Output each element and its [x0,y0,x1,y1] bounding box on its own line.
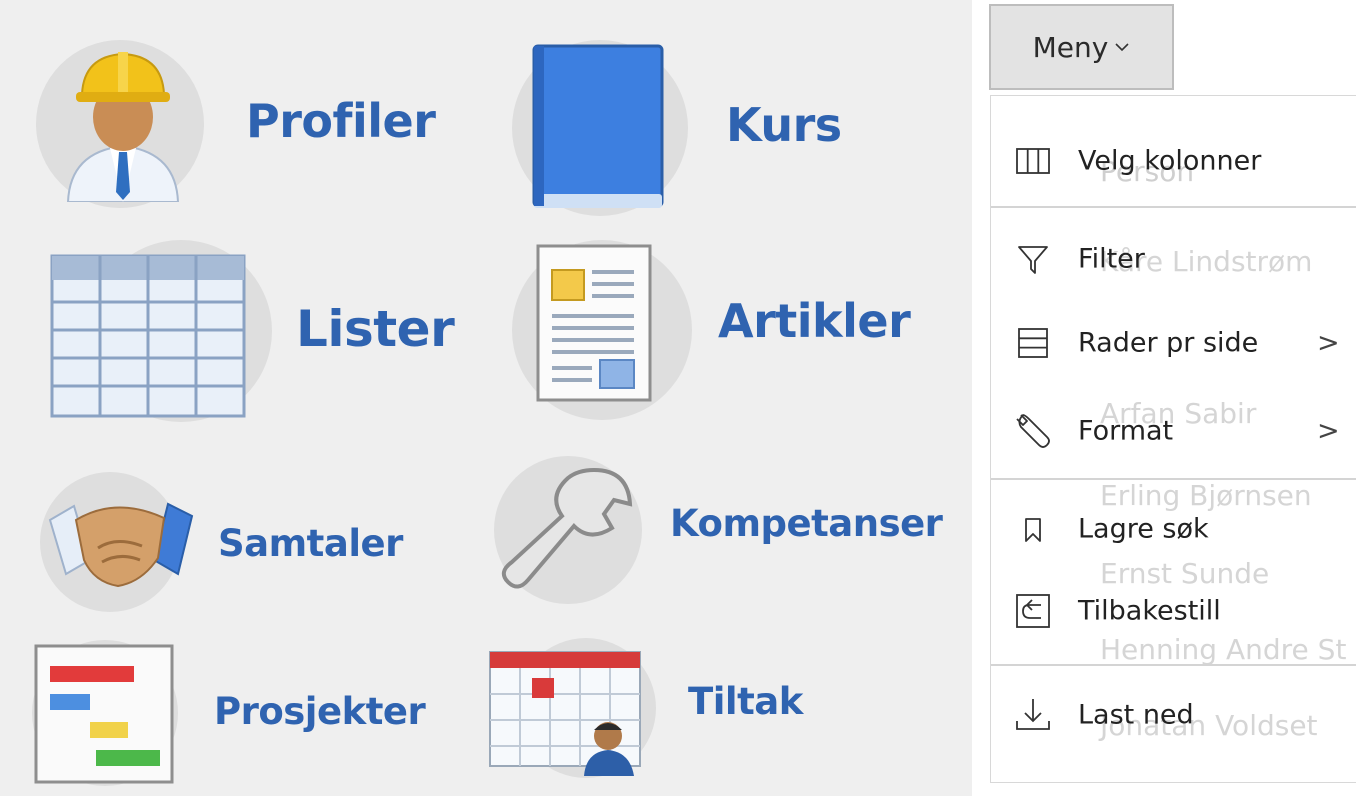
gantt-icon [34,644,174,784]
menu-button[interactable]: Meny [989,4,1174,90]
tile-label: Artikler [718,294,911,348]
tile-kurs[interactable]: Kurs [510,40,930,216]
tile-label: Kompetanser [670,502,943,545]
wrench-icon [1016,414,1050,448]
menu-item-format[interactable]: Format > [991,396,1356,466]
dropdown-menu: Velg kolonner Filter Rader pr side > For… [990,95,1356,783]
menu-separator [991,664,1356,666]
tile-label: Tiltak [688,680,803,723]
bookmark-icon [1025,518,1041,542]
calendar-icon [489,651,641,776]
tile-artikler[interactable]: Artikler [512,236,912,426]
tile-panel: Profiler Kurs Lister Artikler Samtaler K… [0,0,972,796]
menu-item-label: Format [1078,415,1174,447]
tile-profiler[interactable]: Profiler [30,40,450,210]
menu-separator [991,206,1356,208]
worker-icon [66,52,180,202]
chevron-down-icon [1115,43,1129,52]
tile-label: Profiler [246,94,436,148]
wrench-icon [501,467,633,589]
tile-prosjekter[interactable]: Prosjekter [30,640,450,790]
menu-item-rader-pr-side[interactable]: Rader pr side > [991,308,1356,378]
menu-item-tilbakestill[interactable]: Tilbakestill [991,576,1356,646]
rows-icon [1018,328,1048,358]
tile-label: Prosjekter [214,690,426,733]
tile-label: Kurs [726,98,842,152]
menu-button-label: Meny [1032,30,1109,64]
menu-separator [991,478,1356,480]
submenu-chevron-icon: > [1317,327,1340,359]
reset-icon [1016,594,1050,628]
menu-item-label: Velg kolonner [1078,145,1262,177]
menu-item-last-ned[interactable]: Last ned [991,680,1356,750]
menu-item-label: Filter [1078,243,1145,275]
tile-label: Lister [296,300,455,358]
tile-label: Samtaler [218,522,403,565]
book-icon [532,44,664,208]
filter-icon [1018,246,1048,274]
tile-samtaler[interactable]: Samtaler [40,470,420,615]
menu-item-label: Tilbakestill [1078,595,1221,627]
menu-item-velg-kolonner[interactable]: Velg kolonner [991,126,1356,196]
tile-kompetanser[interactable]: Kompetanser [492,456,943,606]
download-icon [1016,699,1050,730]
tile-tiltak[interactable]: Tiltak [486,636,886,786]
tile-lister[interactable]: Lister [50,240,460,425]
menu-item-filter[interactable]: Filter [991,224,1356,294]
handshake-icon [48,502,194,588]
columns-icon [1016,148,1050,174]
table-icon [50,254,246,418]
article-icon [536,244,652,402]
menu-item-label: Last ned [1078,699,1194,731]
menu-item-label: Rader pr side [1078,327,1259,359]
menu-item-lagre-sok[interactable]: Lagre søk [991,494,1356,564]
menu-item-label: Lagre søk [1078,513,1209,545]
submenu-chevron-icon: > [1317,415,1340,447]
